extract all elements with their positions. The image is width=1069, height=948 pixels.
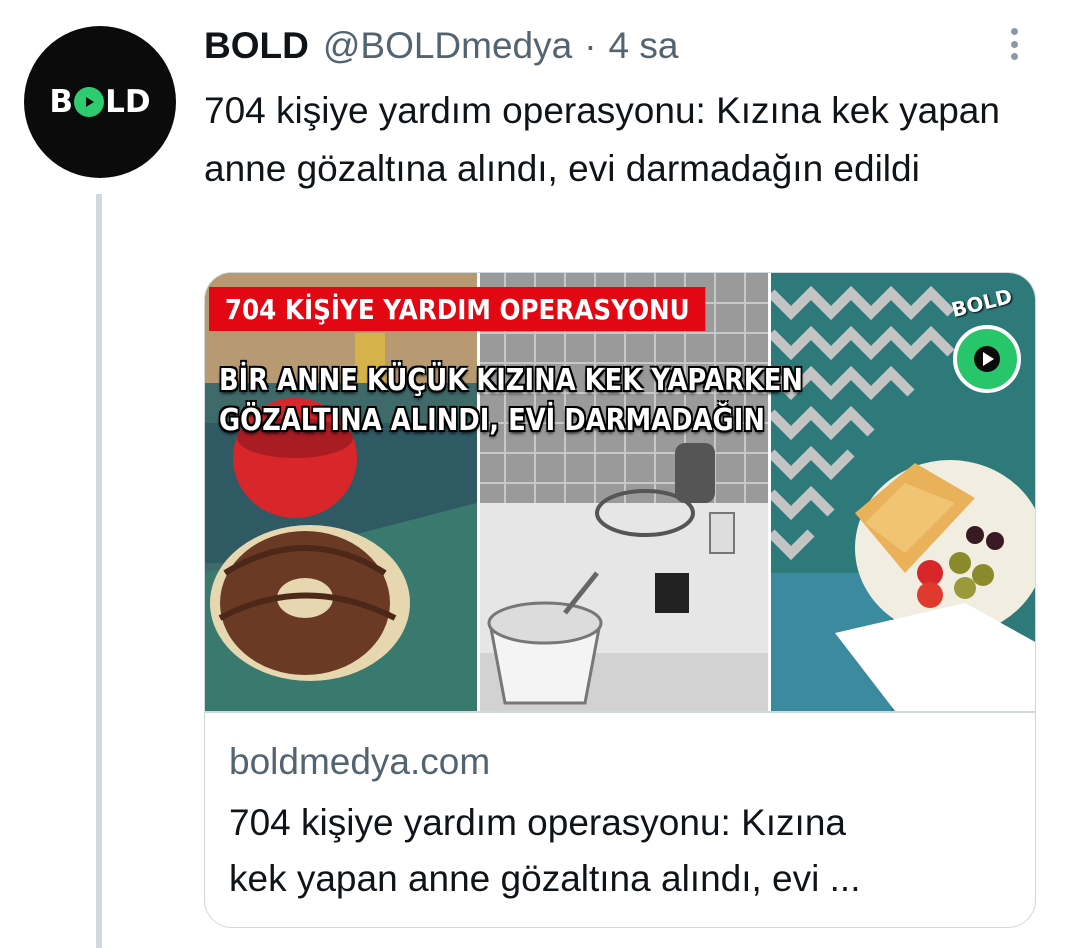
link-card[interactable]: 704 KİŞİYE YARDIM OPERASYONU BİR ANNE KÜ… [204,272,1036,928]
card-image[interactable]: 704 KİŞİYE YARDIM OPERASYONU BİR ANNE KÜ… [205,273,1035,711]
logo-word: BOLD [949,283,1015,323]
separator-dot: · [584,25,597,66]
card-headline-line2: GÖZALTINA ALINDI, EVİ DARMADAĞIN [219,403,765,438]
avatar-logo-b: B [49,84,74,120]
card-banner: 704 KİŞİYE YARDIM OPERASYONU [209,287,706,331]
user-handle[interactable]: @BOLDmedya [323,25,572,67]
more-vertical-icon[interactable] [1002,24,1026,64]
play-icon [953,325,1021,393]
card-domain: boldmedya.com [229,741,491,782]
avatar-logo-ld: LD [105,84,151,120]
card-title: 704 kişiye yardım operasyonu: Kızına kek… [229,795,1009,907]
card-divider [205,711,1035,713]
bold-logo-badge: BOLD [947,283,1033,395]
card-headline-line1: BİR ANNE KÜÇÜK KIZINA KEK YAPARKEN [219,363,804,398]
avatar[interactable]: B LD [24,26,176,178]
play-icon [74,87,105,117]
thread-line [96,194,102,948]
bold-logo: B LD [49,84,150,120]
card-image-collage [205,273,1035,711]
tweet-header: BOLD @BOLDmedya · 4 sa [204,24,678,68]
tweet-timestamp[interactable]: 4 sa [609,25,679,67]
card-title-line2: kek yapan anne gözaltına alındı, evi ... [229,858,861,899]
display-name[interactable]: BOLD [204,25,309,67]
card-title-line1: 704 kişiye yardım operasyonu: Kızına [229,802,846,843]
tweet-text: 704 kişiye yardım operasyonu: Kızına kek… [204,90,1000,189]
